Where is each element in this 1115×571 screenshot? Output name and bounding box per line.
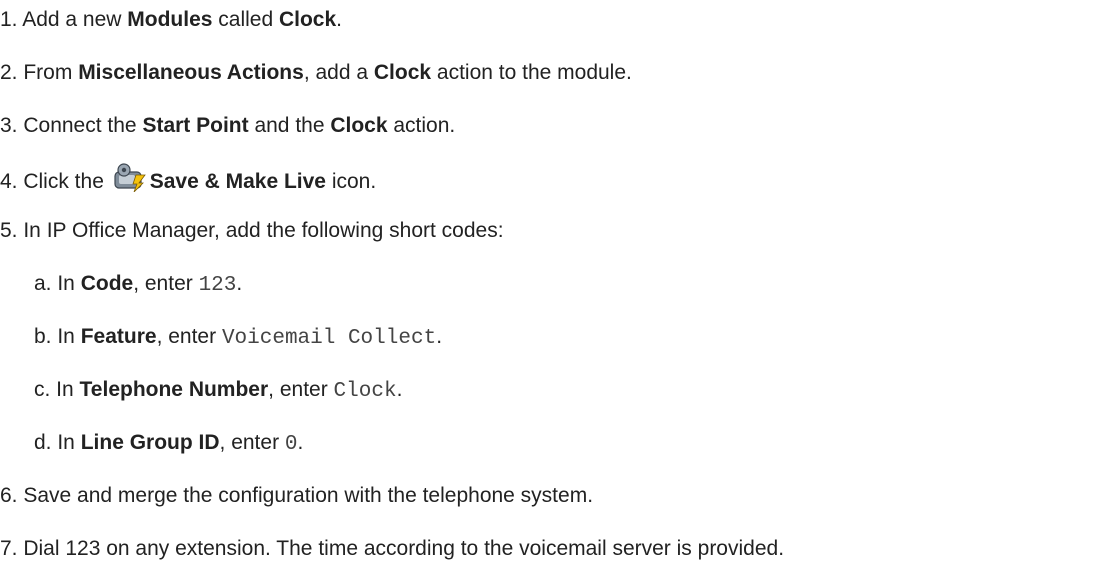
- step-text: , add a: [303, 61, 374, 84]
- step-text: .: [396, 378, 403, 401]
- sublist-item-b: b. In Feature, enter Voicemail Collect.: [34, 324, 442, 352]
- step-text: Add a new: [17, 8, 128, 31]
- step-text: .: [336, 8, 343, 31]
- step-text: action.: [387, 114, 456, 137]
- ui-term: Miscellaneous Actions: [78, 61, 304, 84]
- code-value: Clock: [333, 380, 397, 403]
- list-item-6: 6. Save and merge the configuration with…: [0, 483, 593, 509]
- step-text: called: [212, 8, 279, 31]
- step-text: In: [51, 272, 81, 295]
- list-item-7: 7. Dial 123 on any extension. The time a…: [0, 536, 784, 562]
- ui-term: Clock: [330, 114, 388, 137]
- step-text: In IP Office Manager, add the following …: [17, 219, 504, 242]
- ui-term: Feature: [80, 325, 157, 348]
- ui-term: Save & Make Live: [149, 170, 326, 193]
- step-text: Connect the: [17, 114, 143, 137]
- step-number: 6.: [0, 484, 18, 507]
- list-item-4: 4. Click the Save & Make Live icon.: [0, 162, 376, 198]
- step-text: Dial 123 on any extension. The time acco…: [17, 537, 785, 560]
- list-item-2: 2. From Miscellaneous Actions, add a Clo…: [0, 60, 632, 86]
- step-number: 5.: [0, 219, 18, 242]
- ui-term: Modules: [127, 8, 213, 31]
- step-text: , enter: [268, 378, 334, 401]
- step-text: and the: [248, 114, 331, 137]
- sublist-item-c: c. In Telephone Number, enter Clock.: [34, 377, 402, 405]
- ui-term: Clock: [278, 8, 337, 31]
- step-number: 3.: [0, 114, 18, 137]
- step-text: , enter: [133, 272, 199, 295]
- substep-letter: a.: [34, 272, 52, 295]
- step-text: Save and merge the configuration with th…: [17, 484, 594, 507]
- step-text: In: [50, 378, 80, 401]
- ui-term: Clock: [373, 61, 432, 84]
- code-value: 0: [284, 433, 298, 456]
- step-number: 1.: [0, 8, 18, 31]
- sublist-item-d: d. In Line Group ID, enter 0.: [34, 430, 303, 458]
- step-text: Click the: [17, 170, 110, 193]
- step-text: , enter: [156, 325, 222, 348]
- ui-term: Start Point: [142, 114, 249, 137]
- step-text: In: [51, 431, 81, 454]
- list-item-3: 3. Connect the Start Point and the Clock…: [0, 113, 455, 139]
- sublist-item-a: a. In Code, enter 123.: [34, 271, 242, 299]
- step-number: 7.: [0, 537, 18, 560]
- substep-letter: c.: [34, 378, 51, 401]
- step-text: icon.: [325, 170, 377, 193]
- step-number: 4.: [0, 170, 18, 193]
- ui-term: Telephone Number: [79, 378, 269, 401]
- substep-letter: d.: [34, 431, 52, 454]
- ui-term: Code: [80, 272, 134, 295]
- substep-letter: b.: [34, 325, 52, 348]
- step-text: From: [17, 61, 79, 84]
- step-text: , enter: [219, 431, 285, 454]
- step-text: action to the module.: [431, 61, 632, 84]
- step-number: 2.: [0, 61, 18, 84]
- step-text: .: [297, 431, 304, 454]
- ui-term: Line Group ID: [80, 431, 220, 454]
- code-value: Voicemail Collect: [221, 327, 437, 350]
- step-text: .: [236, 272, 243, 295]
- save-make-live-icon: [114, 163, 146, 192]
- step-text: In: [51, 325, 81, 348]
- list-item-1: 1. Add a new Modules called Clock.: [0, 7, 342, 33]
- code-value: 123: [198, 274, 237, 297]
- list-item-5: 5. In IP Office Manager, add the followi…: [0, 218, 504, 244]
- step-text: .: [436, 325, 443, 348]
